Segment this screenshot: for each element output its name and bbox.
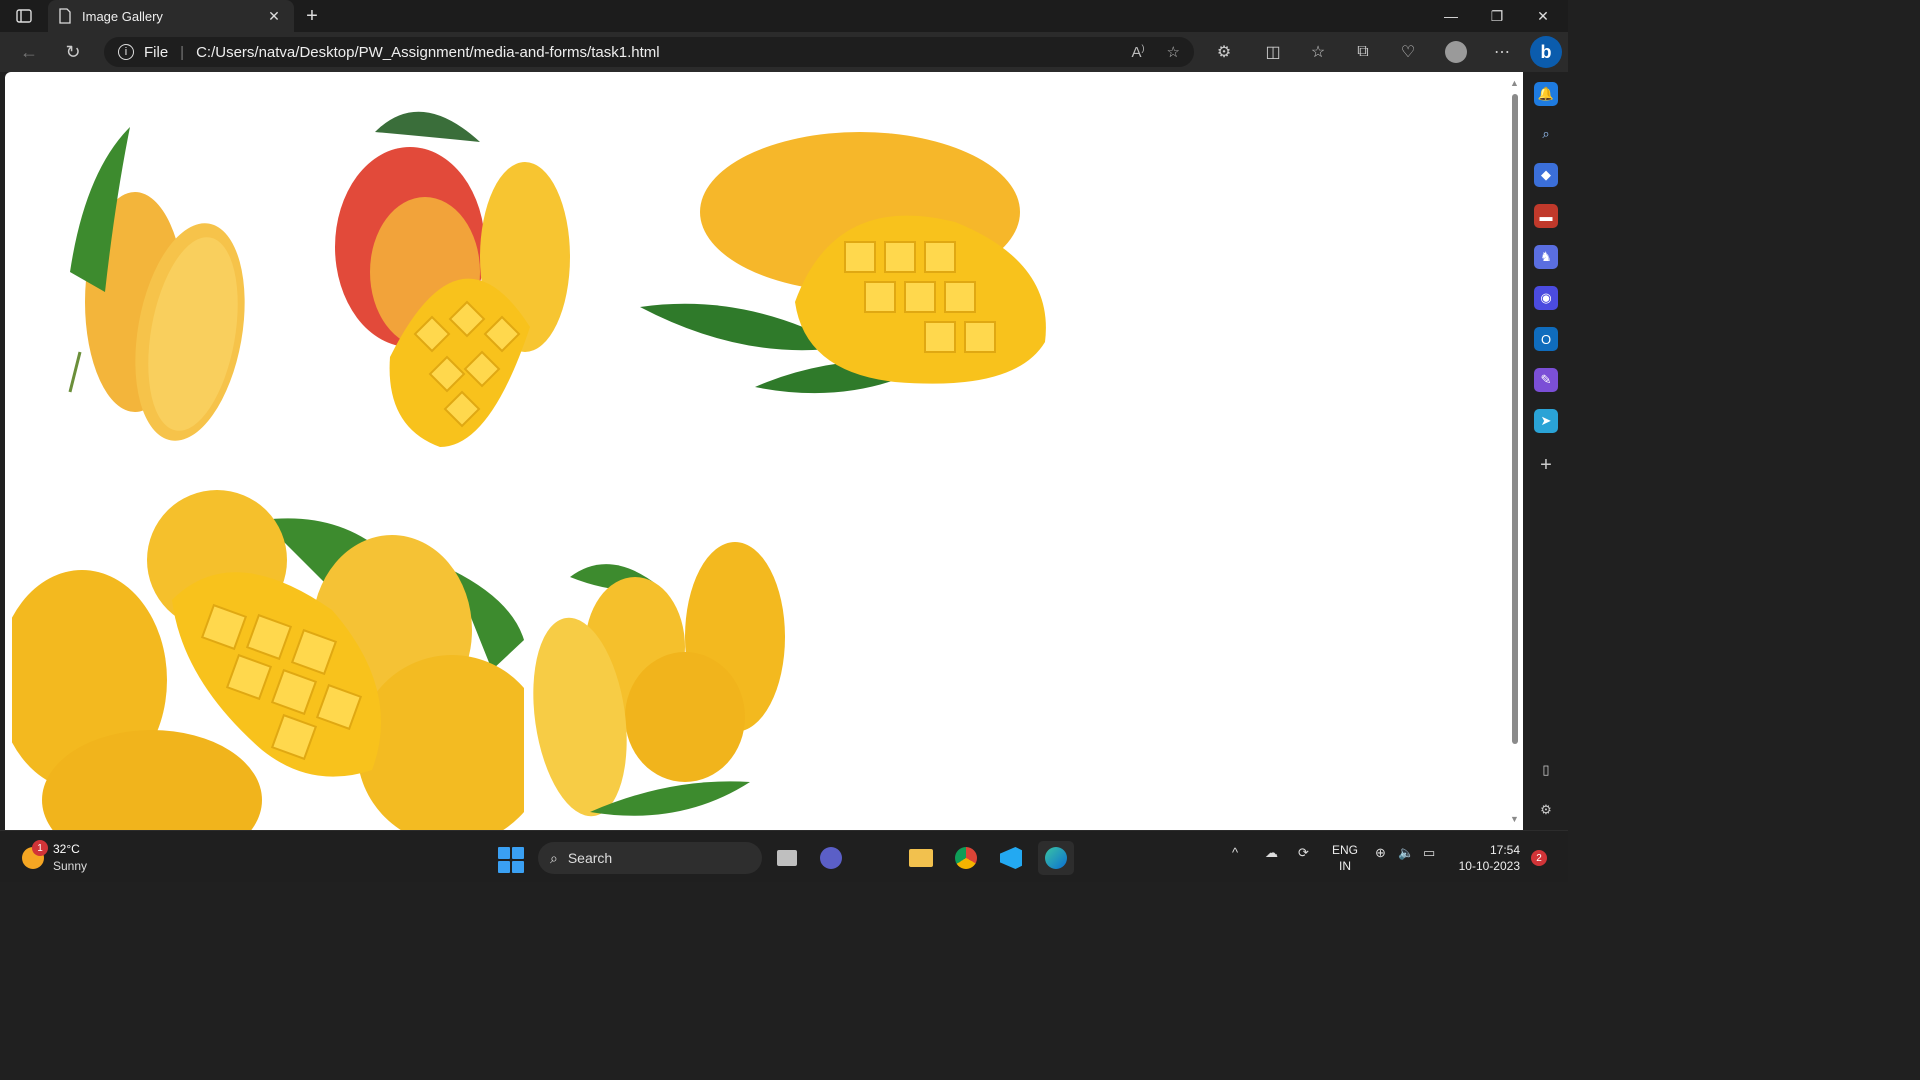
- gallery-image-1: [68, 127, 245, 441]
- weather-temperature[interactable]: 32°C: [53, 842, 80, 856]
- microsoft-365-icon[interactable]: ◉: [1534, 286, 1558, 310]
- clock-date: 10-10-2023: [1458, 859, 1520, 873]
- hide-sidebar-icon[interactable]: ▯: [1534, 758, 1558, 782]
- weather-condition[interactable]: Sunny: [53, 859, 87, 873]
- vscode-icon[interactable]: [993, 841, 1029, 875]
- favorites-icon[interactable]: ☆: [1303, 38, 1333, 66]
- edge-icon[interactable]: [1038, 841, 1074, 875]
- language-line1: ENG: [1332, 843, 1359, 857]
- refresh-button[interactable]: ↻: [58, 38, 88, 66]
- split-screen-icon[interactable]: ◫: [1258, 38, 1288, 66]
- notification-count-badge[interactable]: 2: [1531, 850, 1547, 866]
- sync-icon[interactable]: ⟳: [1298, 845, 1309, 861]
- scroll-thumb[interactable]: [1512, 94, 1518, 744]
- games-icon[interactable]: ♞: [1534, 245, 1558, 269]
- gallery-image-4: [12, 490, 524, 830]
- notifications-bell-icon[interactable]: 🔔: [1534, 82, 1558, 106]
- tools-briefcase-icon[interactable]: ▬: [1534, 204, 1558, 228]
- new-tab-button[interactable]: +: [300, 4, 324, 28]
- task-view-icon[interactable]: [769, 841, 805, 875]
- weather-badge: 1: [32, 840, 48, 856]
- close-window-button[interactable]: ✕: [1520, 0, 1566, 32]
- gallery-image-3: [640, 132, 1046, 394]
- info-icon[interactable]: i: [118, 44, 134, 60]
- page-icon: [59, 8, 71, 24]
- scroll-down-icon[interactable]: ▼: [1510, 814, 1519, 824]
- scroll-up-icon[interactable]: ▲: [1510, 78, 1519, 88]
- close-tab-icon[interactable]: ✕: [264, 6, 284, 26]
- read-aloud-icon[interactable]: A): [1132, 43, 1145, 61]
- back-button[interactable]: ←: [14, 38, 44, 66]
- volume-icon[interactable]: 🔈: [1398, 845, 1414, 861]
- protocol-label: File: [144, 43, 169, 61]
- windows-start-icon[interactable]: [498, 847, 524, 873]
- gallery-image-5: [533, 542, 785, 817]
- address-divider: |: [180, 43, 185, 61]
- browser-essentials-icon[interactable]: ♡: [1393, 38, 1423, 66]
- network-icon[interactable]: ⊕: [1375, 845, 1386, 861]
- bing-copilot-icon[interactable]: b: [1530, 36, 1562, 68]
- battery-icon[interactable]: ▭: [1423, 845, 1435, 861]
- chrome-icon[interactable]: [948, 841, 984, 875]
- clock-time: 17:54: [1489, 843, 1520, 857]
- search-icon[interactable]: ⌕: [1534, 122, 1558, 146]
- navigation-bar: ← ↻ i File | C:/Users/natva/Desktop/PW_A…: [0, 32, 1568, 72]
- page-viewport: [5, 72, 1523, 830]
- outlook-icon[interactable]: O: [1534, 327, 1558, 351]
- title-bar: Image Gallery ✕ + — ❐ ✕: [0, 0, 1568, 32]
- onedrive-icon[interactable]: ☁: [1265, 845, 1278, 861]
- add-sidebar-app-icon[interactable]: +: [1534, 453, 1558, 477]
- tab-image-gallery[interactable]: Image Gallery ✕: [48, 0, 294, 32]
- tab-actions-icon[interactable]: [10, 4, 38, 28]
- more-menu-icon[interactable]: ⋯: [1487, 38, 1517, 66]
- system-clock[interactable]: 17:54 10-10-2023: [1452, 842, 1520, 874]
- url-text[interactable]: C:/Users/natva/Desktop/PW_Assignment/med…: [196, 44, 1109, 61]
- extensions-icon[interactable]: ⚙: [1209, 38, 1239, 66]
- collections-icon[interactable]: ⧉: [1348, 38, 1378, 66]
- designer-icon[interactable]: ✎: [1534, 368, 1558, 392]
- windows-taskbar: 1 32°C Sunny ⌕ Search ^ ☁ ⟳ ENG IN ⊕ 🔈 ▭…: [0, 830, 1568, 882]
- file-explorer-icon[interactable]: [903, 841, 939, 875]
- language-indicator[interactable]: ENG IN: [1332, 842, 1358, 874]
- send-drop-icon[interactable]: ➤: [1534, 409, 1558, 433]
- address-bar[interactable]: i File | C:/Users/natva/Desktop/PW_Assig…: [104, 37, 1194, 67]
- minimize-button[interactable]: —: [1428, 0, 1474, 32]
- restore-button[interactable]: ❐: [1474, 0, 1520, 32]
- teams-chat-icon[interactable]: [813, 841, 849, 875]
- search-magnifier-icon: ⌕: [550, 849, 558, 866]
- edge-sidebar: 🔔 ⌕ ◆ ▬ ♞ ◉ O ✎ ➤ + ▯ ⚙: [1523, 72, 1568, 830]
- sidebar-settings-gear-icon[interactable]: ⚙: [1534, 798, 1558, 822]
- show-hidden-icons-icon[interactable]: ^: [1232, 845, 1238, 860]
- tab-title: Image Gallery: [82, 8, 163, 24]
- language-line2: IN: [1339, 859, 1351, 873]
- page-scrollbar[interactable]: ▲ ▼: [1508, 78, 1522, 826]
- gallery-image-2: [335, 111, 570, 447]
- profile-avatar[interactable]: [1445, 41, 1467, 63]
- shopping-tag-icon[interactable]: ◆: [1534, 163, 1558, 187]
- taskbar-search[interactable]: ⌕ Search: [538, 842, 762, 874]
- favorite-star-icon[interactable]: ☆: [1167, 43, 1180, 61]
- taskbar-search-label: Search: [567, 850, 613, 866]
